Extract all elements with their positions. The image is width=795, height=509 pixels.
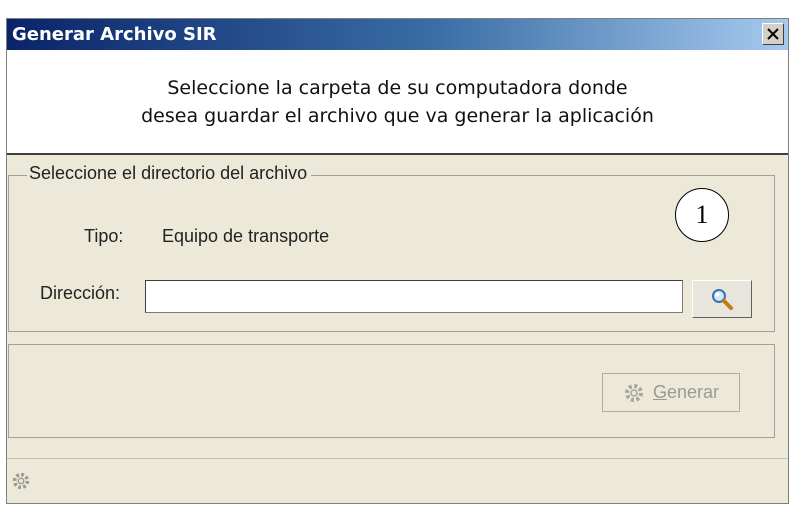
annotation-marker: 1 — [675, 188, 729, 242]
instruction-panel: Seleccione la carpeta de su computadora … — [7, 50, 788, 155]
tipo-label: Tipo: — [84, 226, 124, 246]
gear-icon — [624, 383, 643, 402]
instruction-line-2: desea guardar el archivo que va generar … — [141, 104, 654, 127]
tipo-value: Equipo de transporte — [162, 226, 330, 246]
browse-button[interactable] — [692, 280, 752, 318]
gear-icon — [12, 472, 30, 490]
magnifier-icon — [712, 289, 733, 310]
status-bar — [7, 458, 788, 503]
direccion-input[interactable] — [145, 280, 683, 313]
directory-group-legend: Seleccione el directorio del archivo — [27, 163, 312, 184]
close-icon — [767, 28, 779, 40]
title-bar[interactable]: Generar Archivo SIR — [7, 19, 788, 50]
direccion-label: Dirección: — [40, 283, 121, 303]
instruction-line-1: Seleccione la carpeta de su computadora … — [167, 76, 628, 99]
generate-button-label: Generar — [652, 382, 720, 402]
window-title: Generar Archivo SIR — [12, 24, 217, 45]
close-button[interactable] — [762, 23, 784, 45]
generate-button[interactable]: Generar — [602, 373, 740, 412]
